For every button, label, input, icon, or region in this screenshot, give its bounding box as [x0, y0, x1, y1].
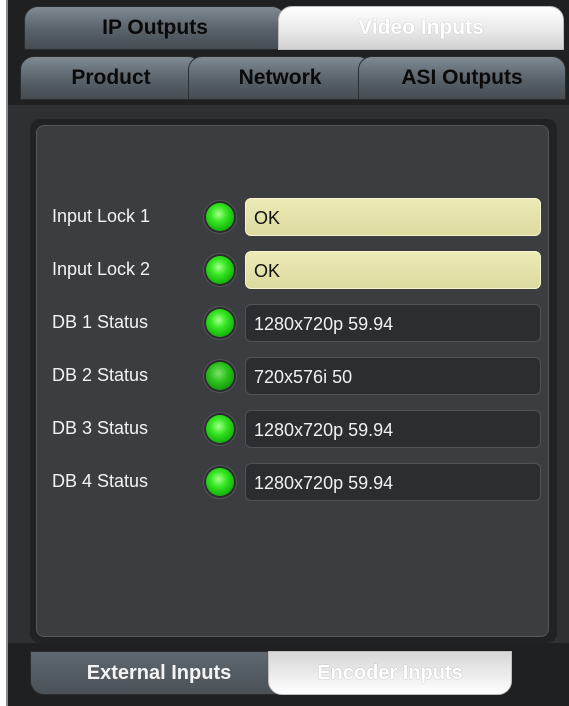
status-led-icon [206, 415, 234, 443]
tab-label: Video Inputs [358, 16, 484, 39]
row-label: DB 4 Status [52, 471, 149, 491]
tab-label: Encoder Inputs [317, 661, 463, 684]
status-led-icon [206, 468, 234, 496]
status-row-db-2: DB 2 Status 720x576i 50 [0, 357, 569, 397]
row-label: DB 2 Status [52, 365, 149, 385]
status-row-db-4: DB 4 Status 1280x720p 59.94 [0, 463, 569, 503]
row-label: DB 3 Status [52, 418, 149, 438]
status-value-field: OK [245, 198, 541, 236]
tab-video-inputs[interactable]: Video Inputs [278, 6, 564, 50]
tab-label: Product [71, 66, 151, 89]
status-row-input-lock-1: Input Lock 1 OK [0, 198, 569, 238]
status-value-field: 1280x720p 59.94 [245, 463, 541, 501]
status-value-field: OK [245, 251, 541, 289]
tab-label: ASI Outputs [401, 66, 523, 89]
tab-external-inputs[interactable]: External Inputs [30, 651, 288, 695]
status-led-icon [206, 256, 234, 284]
status-value-field: 1280x720p 59.94 [245, 304, 541, 342]
tab-product[interactable]: Product [20, 56, 202, 100]
status-led-icon [206, 203, 234, 231]
status-row-input-lock-2: Input Lock 2 OK [0, 251, 569, 291]
status-value-field: 1280x720p 59.94 [245, 410, 541, 448]
tab-label: External Inputs [86, 661, 232, 684]
row-label: Input Lock 2 [52, 259, 151, 279]
row-label: DB 1 Status [52, 312, 149, 332]
tab-label: IP Outputs [102, 16, 208, 39]
status-value-field: 720x576i 50 [245, 357, 541, 395]
status-led-icon [206, 309, 234, 337]
status-row-db-1: DB 1 Status 1280x720p 59.94 [0, 304, 569, 344]
tab-ip-outputs[interactable]: IP Outputs [24, 6, 286, 50]
status-led-icon [206, 362, 234, 390]
status-row-db-3: DB 3 Status 1280x720p 59.94 [0, 410, 569, 450]
row-label: Input Lock 1 [52, 206, 151, 226]
tab-asi-outputs[interactable]: ASI Outputs [358, 56, 566, 100]
tab-network[interactable]: Network [188, 56, 372, 100]
tab-encoder-inputs[interactable]: Encoder Inputs [268, 651, 512, 695]
window-left-border [6, 0, 8, 706]
tab-label: Network [238, 66, 322, 89]
second-tab-strip: Product Network ASI Outputs [6, 50, 569, 105]
